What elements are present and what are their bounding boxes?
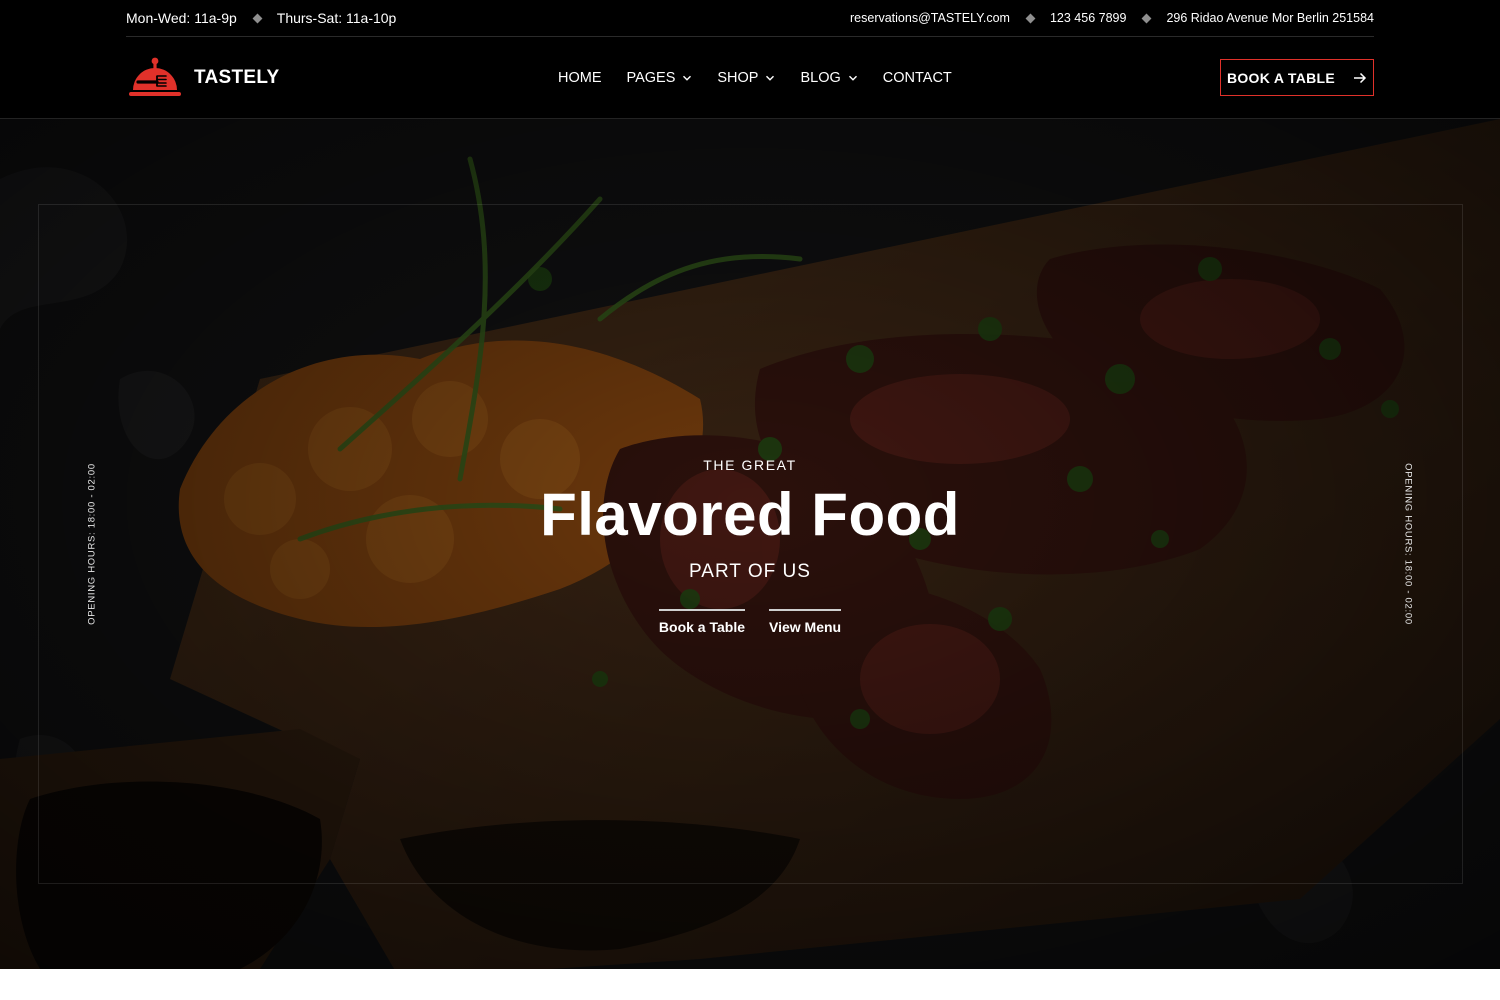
arrow-right-icon bbox=[1354, 72, 1367, 83]
email-link[interactable]: reservations@TASTELY.com bbox=[850, 11, 1010, 25]
book-button-label: BOOK A TABLE bbox=[1226, 69, 1336, 86]
chevron-down-icon bbox=[766, 75, 775, 81]
phone-link[interactable]: 123 456 7899 bbox=[1050, 11, 1126, 25]
top-info-bar: Mon-Wed: 11a-9p Thurs-Sat: 11a-10p reser… bbox=[126, 0, 1374, 37]
opening-hours-group: Mon-Wed: 11a-9p Thurs-Sat: 11a-10p bbox=[126, 10, 396, 26]
nav-item-contact[interactable]: CONTACT bbox=[883, 70, 952, 86]
hours-thurs-sat: Thurs-Sat: 11a-10p bbox=[276, 10, 397, 26]
nav-item-pages[interactable]: PAGES bbox=[627, 70, 693, 86]
nav-label: BLOG bbox=[800, 69, 841, 86]
nav-item-shop[interactable]: SHOP bbox=[717, 70, 775, 86]
cloche-fork-icon bbox=[129, 57, 181, 96]
hero-subtitle: PART OF US bbox=[689, 561, 811, 582]
page-root: Mon-Wed: 11a-9p Thurs-Sat: 11a-10p reser… bbox=[0, 0, 1500, 969]
logo-link[interactable]: TASTELY bbox=[126, 55, 280, 101]
view-menu-link[interactable]: View Menu bbox=[769, 609, 842, 635]
main-header: TASTELY HOME PAGES SHOP BLOG CONTACT BOO… bbox=[126, 37, 1374, 118]
nav-label: HOME bbox=[558, 69, 602, 86]
address-text: 296 Ridao Avenue Mor Berlin 251584 bbox=[1166, 11, 1374, 25]
book-a-table-button[interactable]: BOOK A TABLE bbox=[1220, 59, 1374, 96]
hero-eyebrow: THE GREAT bbox=[703, 457, 797, 473]
brand-name: TASTELY bbox=[194, 66, 280, 88]
hero-cta-row: Book a Table View Menu bbox=[0, 609, 1500, 635]
contact-info-group: reservations@TASTELY.com 123 456 7899 29… bbox=[850, 11, 1374, 25]
nav-label: SHOP bbox=[717, 69, 759, 86]
nav-label: PAGES bbox=[626, 69, 676, 86]
hero-content: THE GREAT Flavored Food PART OF US Book … bbox=[0, 457, 1500, 635]
hours-mon-wed: Mon-Wed: 11a-9p bbox=[126, 10, 237, 26]
nav-item-home[interactable]: HOME bbox=[558, 70, 602, 86]
nav-item-blog[interactable]: BLOG bbox=[800, 70, 857, 86]
main-nav: HOME PAGES SHOP BLOG CONTACT bbox=[558, 70, 977, 86]
diamond-icon bbox=[1025, 13, 1036, 23]
book-table-link[interactable]: Book a Table bbox=[658, 609, 745, 635]
diamond-icon bbox=[1141, 13, 1152, 23]
chevron-down-icon bbox=[683, 75, 692, 81]
hero-section: OPENING HOURS: 18:00 - 02:00 OPENING HOU… bbox=[0, 119, 1500, 969]
chevron-down-icon bbox=[848, 75, 857, 81]
hero-title: Flavored Food bbox=[540, 481, 960, 548]
diamond-icon bbox=[252, 13, 263, 23]
nav-label: CONTACT bbox=[882, 69, 952, 86]
